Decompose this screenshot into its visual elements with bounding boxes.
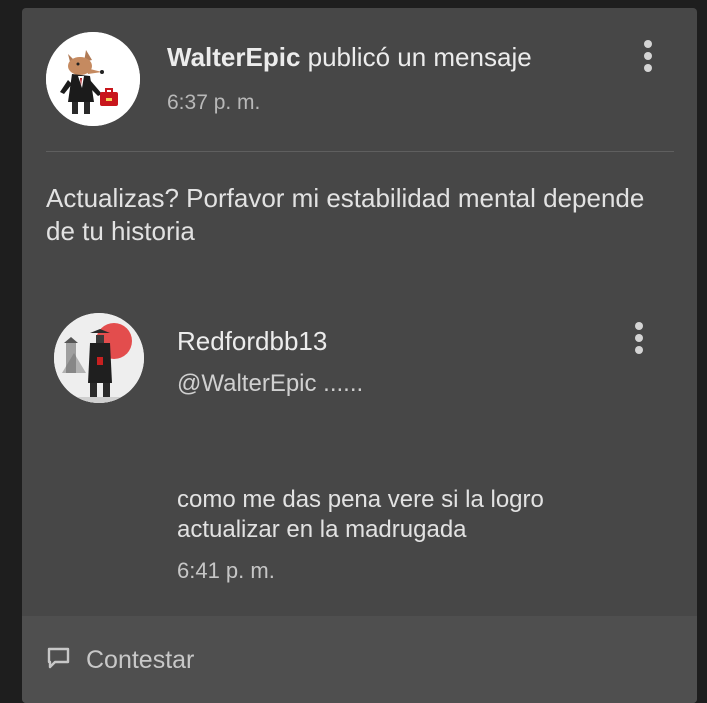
message-card: WalterEpic publicó un mensaje 6:37 p. m.… [22, 8, 697, 703]
reply-more-options-icon[interactable] [629, 320, 649, 356]
post-message-text: Actualizas? Porfavor mi estabilidad ment… [46, 183, 645, 246]
reply-author-avatar[interactable] [54, 313, 144, 403]
reply-timestamp: 6:41 p. m. [177, 558, 275, 583]
reply-button[interactable]: Contestar [46, 640, 194, 680]
comment-icon [46, 645, 72, 676]
fox-avatar-image [46, 32, 140, 126]
post-more-options-icon[interactable] [638, 38, 658, 74]
divider [46, 151, 674, 152]
reply-message-text: como me das pena vere si la logro actual… [177, 486, 544, 543]
card-footer: Contestar [22, 616, 697, 703]
reply-author-name[interactable]: Redfordbb13 [177, 326, 327, 357]
samurai-avatar-image [54, 313, 144, 403]
reply-mention: @WalterEpic ...... [177, 370, 364, 397]
reply-button-label: Contestar [86, 645, 195, 674]
author-avatar[interactable] [46, 32, 140, 126]
post-timestamp: 6:37 p. m. [167, 91, 261, 114]
post-header: WalterEpic publicó un mensaje [167, 42, 532, 73]
post-action-text: publicó un mensaje [307, 42, 532, 72]
post-author-name[interactable]: WalterEpic [167, 42, 300, 72]
